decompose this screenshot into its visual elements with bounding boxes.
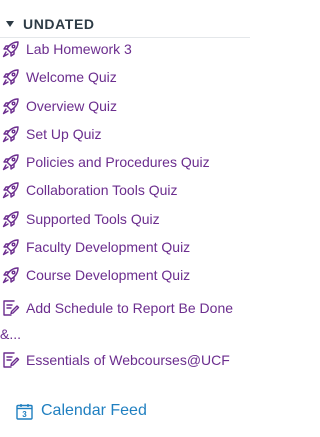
item-label: Faculty Development Quiz	[26, 239, 191, 256]
item-label: Add Schedule to Report Be Done &...	[0, 299, 234, 342]
list-item[interactable]: Collaboration Tools Quiz	[0, 181, 250, 209]
rocket-icon	[1, 153, 21, 171]
item-label: Overview Quiz	[26, 97, 118, 114]
calendar-feed-label: Calendar Feed	[41, 402, 147, 419]
list-item[interactable]: Essentials of Webcourses@UCF	[0, 351, 250, 379]
rocket-icon	[1, 266, 21, 284]
list-item[interactable]: Faculty Development Quiz	[0, 238, 250, 266]
calendar-icon-number: 3	[22, 410, 27, 419]
list-item[interactable]: Policies and Procedures Quiz	[0, 153, 250, 181]
item-label: Collaboration Tools Quiz	[26, 182, 178, 199]
rocket-icon	[1, 68, 21, 86]
rocket-icon	[1, 125, 21, 143]
item-label: Course Development Quiz	[26, 267, 191, 284]
rocket-icon	[1, 238, 21, 256]
undated-section-toggle[interactable]: UNDATED	[0, 14, 250, 34]
list-item[interactable]: Overview Quiz	[0, 97, 250, 125]
list-item[interactable]: Add Schedule to Report Be Done &...	[0, 295, 250, 347]
list-item[interactable]: Set Up Quiz	[0, 125, 250, 153]
calendar-icon: 3	[16, 403, 33, 420]
item-label: Welcome Quiz	[26, 69, 117, 86]
list-item[interactable]: Welcome Quiz	[0, 68, 250, 96]
rocket-icon	[1, 97, 21, 115]
list-item[interactable]: Lab Homework 3	[0, 40, 250, 68]
item-label: Lab Homework 3	[26, 41, 132, 57]
rocket-icon	[1, 40, 21, 58]
item-label: Policies and Procedures Quiz	[26, 154, 210, 171]
item-label: Supported Tools Quiz	[26, 210, 160, 227]
item-label: Set Up Quiz	[26, 125, 102, 142]
list-item[interactable]: Course Development Quiz	[0, 266, 250, 294]
undated-list: Lab Homework 3 Welcome Quiz Overview Qui…	[0, 40, 250, 379]
assignment-edit-icon	[1, 351, 21, 369]
calendar-feed-link[interactable]: 3 Calendar Feed	[16, 402, 147, 420]
rocket-icon	[1, 210, 21, 228]
section-title: UNDATED	[23, 16, 95, 32]
list-item[interactable]: Supported Tools Quiz	[0, 210, 250, 238]
rocket-icon	[1, 181, 21, 199]
item-label: Essentials of Webcourses@UCF	[26, 351, 230, 368]
divider	[0, 37, 250, 38]
caret-down-icon	[6, 21, 14, 27]
